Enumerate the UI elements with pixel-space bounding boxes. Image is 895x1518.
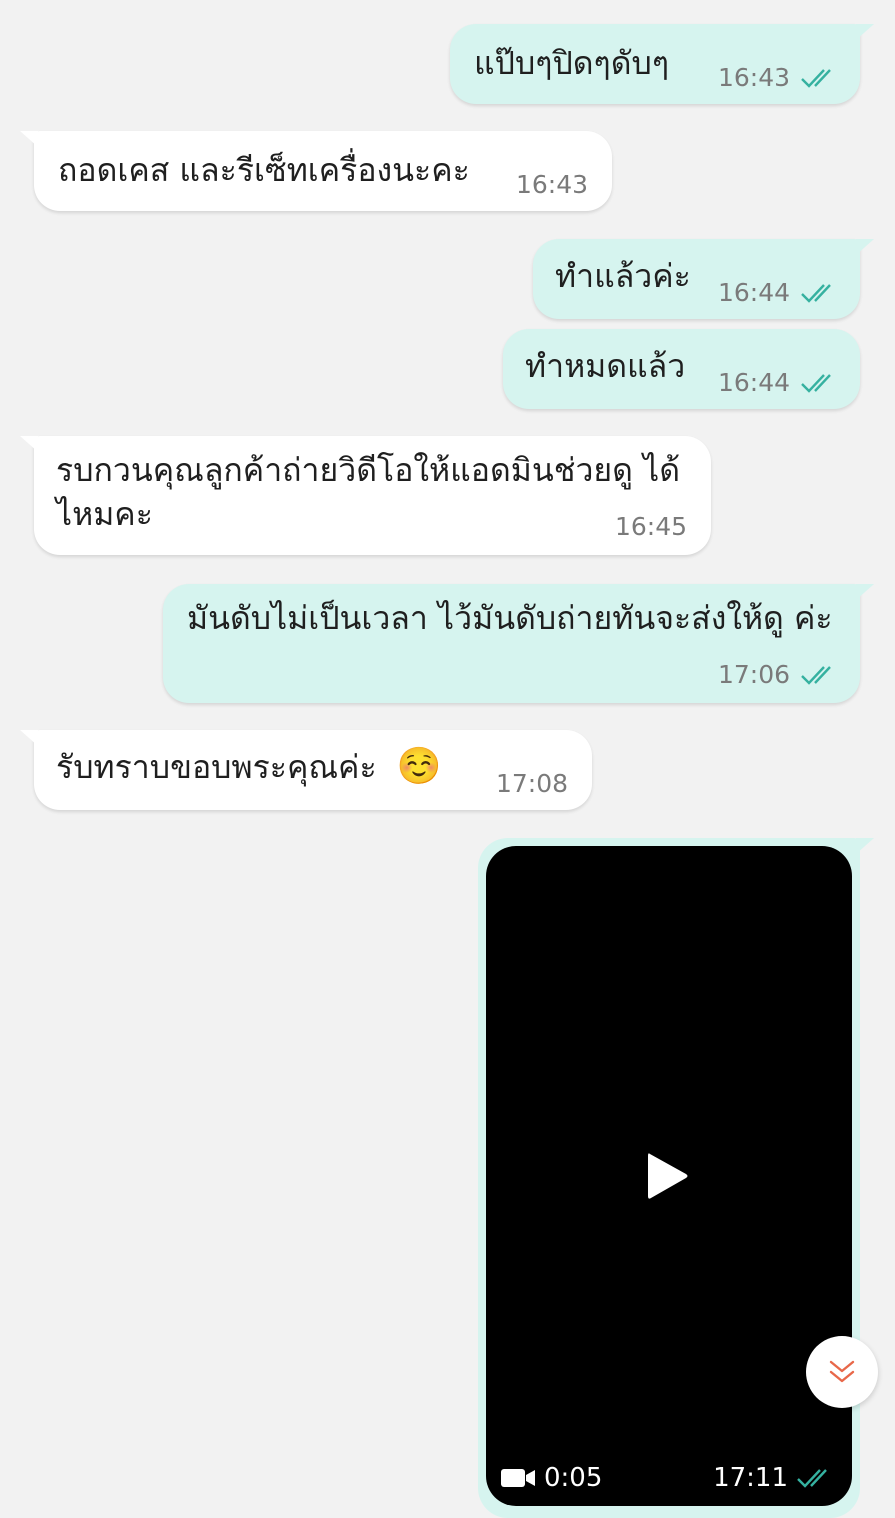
- message-meta: 16:44: [718, 368, 838, 397]
- message-bubble[interactable]: ทำหมดแล้ว 16:44: [503, 329, 860, 409]
- video-camera-icon: [501, 1469, 535, 1487]
- double-chevron-down-icon: [829, 1360, 855, 1383]
- message-time: 16:43: [717, 63, 790, 92]
- message-time: 16:44: [717, 278, 790, 307]
- message-text: รบกวนคุณลูกค้าถ่ายวิดีโอให้แอดมินช่วยดู …: [56, 451, 680, 533]
- double-check-icon: [801, 283, 831, 303]
- message-text: รับทราบขอบพระคุณค่ะ ☺️: [56, 744, 442, 790]
- video-footer: 0:05 17:11: [486, 1458, 852, 1498]
- message-meta: 16:43: [718, 63, 838, 92]
- message-bubble[interactable]: แป๊บๆปิดๆดับๆ 16:43: [450, 24, 874, 104]
- video-duration: 0:05: [544, 1463, 603, 1493]
- message-time: 16:45: [614, 512, 687, 541]
- double-check-icon: [797, 1469, 827, 1488]
- play-icon[interactable]: [636, 1146, 696, 1206]
- message-bubble[interactable]: มันดับไม่เป็นเวลา ไว้มันดับถ่ายทันจะส่งใ…: [163, 584, 874, 703]
- message-text-content: รับทราบขอบพระคุณค่ะ: [56, 748, 387, 786]
- message-bubble[interactable]: รับทราบขอบพระคุณค่ะ ☺️ 17:08: [20, 730, 592, 810]
- message-time: 16:44: [717, 368, 790, 397]
- double-check-icon: [801, 665, 831, 685]
- message-meta: 16:43: [516, 170, 588, 199]
- video-thumbnail[interactable]: 0:05 17:11: [486, 846, 852, 1506]
- message-bubble[interactable]: ทำแล้วค่ะ 16:44: [533, 239, 874, 319]
- message-meta: 17:06: [718, 660, 838, 689]
- message-bubble[interactable]: รบกวนคุณลูกค้าถ่ายวิดีโอให้แอดมินช่วยดู …: [20, 436, 711, 555]
- message-text: ทำหมดแล้ว: [525, 347, 686, 385]
- message-time: 17:11: [713, 1463, 788, 1493]
- smiling-face-emoji: ☺️: [396, 746, 442, 787]
- double-check-icon: [801, 68, 831, 88]
- message-text: มันดับไม่เป็นเวลา ไว้มันดับถ่ายทันจะส่งใ…: [187, 599, 833, 637]
- message-time: 17:08: [495, 769, 568, 798]
- message-meta: 16:45: [615, 512, 687, 541]
- message-time: 17:06: [717, 660, 790, 689]
- double-check-icon: [801, 373, 831, 393]
- message-bubble[interactable]: ถอดเคส และรีเซ็ทเครื่องนะคะ 16:43: [20, 131, 612, 211]
- message-text: ถอดเคส และรีเซ็ทเครื่องนะคะ: [58, 151, 470, 189]
- message-meta: 16:44: [718, 278, 838, 307]
- scroll-to-bottom-button[interactable]: [806, 1336, 878, 1408]
- message-text: แป๊บๆปิดๆดับๆ: [474, 44, 669, 82]
- message-text: ทำแล้วค่ะ: [555, 257, 691, 295]
- message-meta: 17:08: [496, 769, 568, 798]
- message-time: 16:43: [515, 170, 588, 199]
